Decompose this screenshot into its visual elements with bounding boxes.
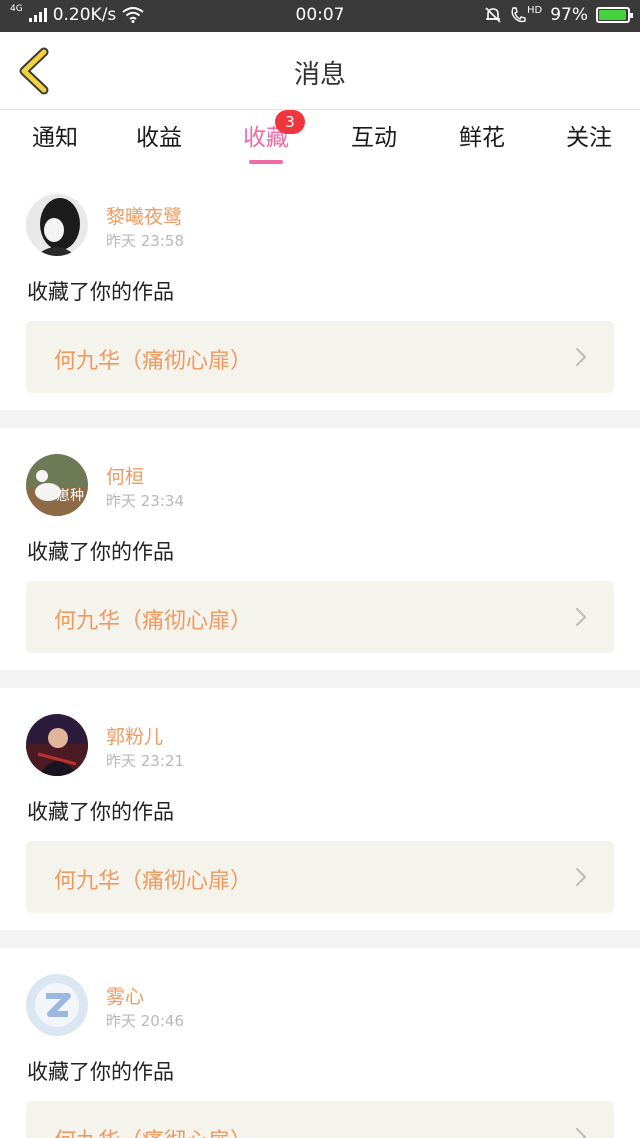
battery-icon xyxy=(596,7,633,23)
section-divider xyxy=(0,930,640,948)
chevron-right-icon xyxy=(575,607,587,627)
work-title: 何九华（痛彻心扉） xyxy=(54,609,253,634)
action-text: 收藏了你的作品 xyxy=(27,540,174,564)
work-link[interactable]: 何九华（痛彻心扉） xyxy=(26,1101,614,1138)
action-text: 收藏了你的作品 xyxy=(27,800,174,824)
page-title: 消息 xyxy=(293,60,346,90)
phone-icon xyxy=(511,7,526,23)
chevron-right-icon xyxy=(575,867,587,887)
tab-2[interactable]: 收藏 3 xyxy=(211,110,321,164)
tab-label: 互动 xyxy=(351,125,397,151)
avatar[interactable]: 崽种 xyxy=(26,454,88,516)
user-name[interactable]: 雾心 xyxy=(106,982,144,1009)
work-title: 何九华（痛彻心扉） xyxy=(54,349,253,374)
work-title: 何九华（痛彻心扉） xyxy=(54,869,253,894)
status-right: HD 97% xyxy=(484,4,633,25)
tab-label: 鲜花 xyxy=(459,125,505,151)
tab-label: 关注 xyxy=(566,125,612,151)
tab-label: 通知 xyxy=(32,125,78,151)
work-title: 何九华（痛彻心扉） xyxy=(54,1123,252,1138)
status-bar: 4G 0.20K/s 00:07 HD 97% xyxy=(0,0,640,32)
user-name[interactable]: 黎曦夜鹭 xyxy=(106,202,182,229)
tab-3[interactable]: 互动 xyxy=(319,118,429,164)
mute-bell-icon xyxy=(485,7,501,23)
chevron-right-icon xyxy=(575,1127,587,1138)
avatar[interactable] xyxy=(26,194,88,256)
avatar[interactable] xyxy=(26,974,88,1036)
battery-percent: 97% xyxy=(550,5,588,25)
tab-4[interactable]: 鲜花 xyxy=(427,118,537,164)
user-name[interactable]: 郭粉儿 xyxy=(106,722,163,749)
hd-indicator: HD xyxy=(526,4,543,16)
work-link[interactable]: 何九华（痛彻心扉） xyxy=(26,321,614,393)
timestamp: 昨天 23:58 xyxy=(106,232,184,250)
message-list: 黎曦夜鹭 昨天 23:58 收藏了你的作品 何九华（痛彻心扉） 崽种 何桓 昨天 23:34… xyxy=(0,168,640,1138)
action-text: 收藏了你的作品 xyxy=(27,280,174,304)
header: 消息 xyxy=(0,32,640,110)
work-link[interactable]: 何九华（痛彻心扉） xyxy=(26,841,614,913)
tab-badge: 3 xyxy=(275,110,305,134)
action-text: 收藏了你的作品 xyxy=(27,1060,174,1084)
timestamp: 昨天 23:21 xyxy=(106,752,184,770)
message-item: 黎曦夜鹭昨天 23:58 收藏了你的作品何九华（痛彻心扉） xyxy=(0,168,640,410)
section-divider xyxy=(0,670,640,688)
tab-bar: 通知 收益 收藏 3 互动 鲜花 关注 xyxy=(0,110,640,168)
user-name[interactable]: 何桓 xyxy=(106,462,144,489)
tab-1[interactable]: 收益 xyxy=(104,118,214,164)
avatar[interactable] xyxy=(26,714,88,776)
active-tab-indicator xyxy=(249,160,283,164)
chevron-right-icon xyxy=(575,347,587,367)
message-item: 崽种 何桓昨天 23:34 收藏了你的作品何九华（痛彻心扉） xyxy=(0,428,640,670)
tab-label: 收益 xyxy=(136,125,182,151)
timestamp: 昨天 20:46 xyxy=(106,1012,184,1030)
tab-5[interactable]: 关注 xyxy=(534,118,640,164)
battery-level xyxy=(599,10,627,20)
message-item: 郭粉儿昨天 23:21 收藏了你的作品何九华（痛彻心扉） xyxy=(0,688,640,930)
timestamp: 昨天 23:34 xyxy=(106,492,184,510)
work-link[interactable]: 何九华（痛彻心扉） xyxy=(26,581,614,653)
tab-0[interactable]: 通知 xyxy=(0,118,110,164)
message-item: 雾心昨天 20:46 收藏了你的作品何九华（痛彻心扉） xyxy=(0,948,640,1138)
avatar-text: 崽种 xyxy=(56,488,84,504)
section-divider xyxy=(0,410,640,428)
